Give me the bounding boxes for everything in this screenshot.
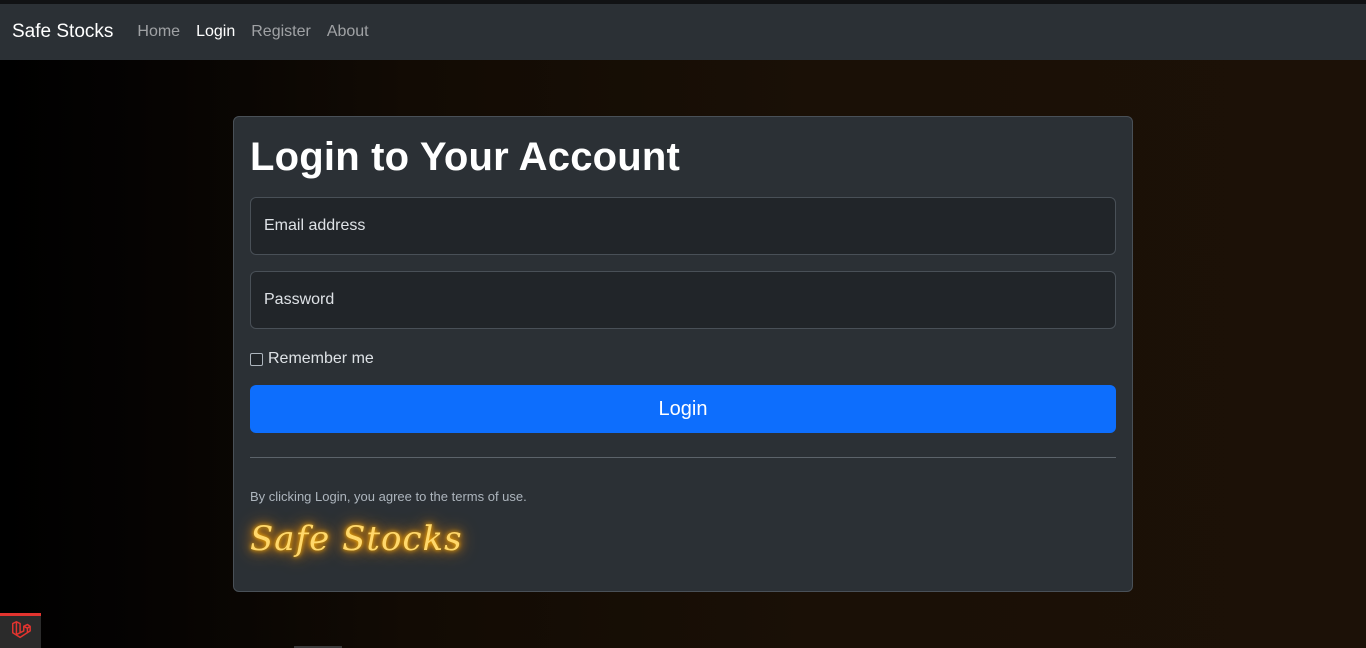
remember-me-label[interactable]: Remember me bbox=[268, 350, 374, 368]
email-field-placeholder: Email address bbox=[264, 217, 366, 234]
nav-link-register[interactable]: Register bbox=[251, 23, 311, 41]
page-title: Login to Your Account bbox=[250, 135, 681, 179]
terms-text: By clicking Login, you agree to the term… bbox=[250, 489, 527, 504]
navbar-brand[interactable]: Safe Stocks bbox=[12, 21, 113, 43]
remember-me[interactable]: Remember me bbox=[250, 350, 374, 368]
password-field[interactable]: Password bbox=[250, 271, 1116, 329]
divider bbox=[250, 457, 1116, 458]
password-field-placeholder: Password bbox=[264, 291, 335, 308]
email-field[interactable]: Email address bbox=[250, 197, 1116, 255]
navbar: Safe Stocks Home Login Register About bbox=[0, 4, 1366, 60]
nav-link-login[interactable]: Login bbox=[196, 23, 235, 41]
remember-me-checkbox[interactable] bbox=[250, 352, 263, 366]
safe-stocks-neon-logo: Safe Stocks bbox=[250, 519, 463, 559]
login-button[interactable]: Login bbox=[250, 385, 1116, 433]
nav-link-home[interactable]: Home bbox=[137, 23, 180, 41]
debugbar-toggle[interactable] bbox=[0, 613, 41, 648]
laravel-icon bbox=[10, 619, 32, 646]
login-card: Login to Your Account Email address Pass… bbox=[233, 116, 1133, 592]
nav-link-about[interactable]: About bbox=[327, 23, 369, 41]
